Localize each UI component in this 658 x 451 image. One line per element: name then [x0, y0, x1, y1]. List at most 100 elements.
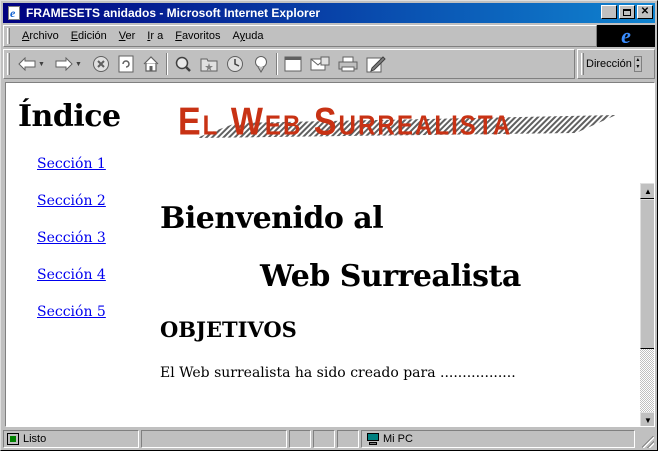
banner-logo: El Web Surrealista	[178, 99, 616, 143]
top-frame: El Web Surrealista	[146, 83, 654, 183]
menu-favoritos-accel: F	[175, 30, 182, 42]
menu-ayuda[interactable]: Ayuda	[226, 30, 269, 42]
home-button[interactable]	[142, 53, 160, 75]
status-bar: Listo Mi PC	[3, 429, 655, 449]
toolbar-separator	[165, 53, 168, 75]
ie-throbber: e	[597, 25, 655, 47]
forward-button[interactable]: ▼	[55, 53, 82, 75]
channels-icon	[254, 56, 267, 73]
address-label[interactable]: Dirección	[586, 58, 632, 70]
title-bar: e FRAMESETS anidados - Microsoft Interne…	[3, 3, 655, 23]
menu-favoritos-rest: avoritos	[181, 30, 221, 42]
menu-ir-a-rest: r a	[150, 30, 164, 42]
security-zone-text: Mi PC	[383, 433, 413, 445]
menu-ver-rest: er	[125, 30, 136, 42]
menu-ir-a[interactable]: Ir a	[141, 30, 169, 42]
nav-link-seccion-3[interactable]: Sección 3	[37, 230, 106, 246]
forward-dropdown-icon[interactable]: ▼	[75, 61, 82, 68]
menubar-grip[interactable]	[7, 28, 10, 44]
my-computer-icon	[366, 433, 380, 445]
edit-icon	[366, 56, 386, 73]
welcome-heading-line2: Web Surrealista	[260, 259, 521, 294]
index-title: Índice	[18, 99, 121, 134]
back-icon	[18, 57, 36, 71]
minimize-icon: _	[606, 8, 612, 20]
nav-link-seccion-1[interactable]: Sección 1	[37, 156, 106, 172]
search-icon	[175, 56, 191, 72]
nav-link-seccion-5[interactable]: Sección 5	[37, 304, 106, 320]
status-panel-zone: Mi PC	[361, 430, 635, 448]
objetivos-heading: OBJETIVOS	[160, 317, 297, 342]
fullscreen-icon	[284, 56, 302, 72]
maximize-button[interactable]	[619, 5, 635, 19]
fullscreen-button[interactable]	[284, 53, 302, 75]
print-icon	[338, 56, 358, 72]
stop-icon	[92, 56, 109, 72]
print-button[interactable]	[338, 53, 358, 75]
scroll-up-button[interactable]: ▲	[640, 183, 654, 199]
menu-bar: Archivo Edición Ver Ir a Favoritos Ayuda	[3, 25, 597, 47]
history-icon	[226, 56, 243, 72]
toolbar-separator	[275, 53, 278, 75]
status-panel-main: Listo	[3, 430, 139, 448]
maximize-icon	[623, 8, 631, 16]
menu-archivo-rest: rchivo	[29, 30, 59, 42]
menu-archivo[interactable]: Archivo	[16, 30, 65, 42]
home-icon	[143, 56, 159, 72]
ie-page-icon: e	[6, 5, 22, 21]
scroll-thumb[interactable]	[640, 199, 654, 349]
menu-ver-accel: V	[118, 30, 126, 42]
toolbar-grip[interactable]	[7, 53, 10, 75]
stop-button[interactable]	[92, 53, 110, 75]
nav-link-seccion-4[interactable]: Sección 4	[37, 267, 106, 283]
mail-button[interactable]	[310, 53, 330, 75]
refresh-button[interactable]	[118, 53, 134, 75]
favorites-icon	[200, 58, 218, 72]
status-panel-small-1	[289, 430, 311, 448]
menu-favoritos[interactable]: Favoritos	[169, 30, 226, 42]
scroll-down-button[interactable]: ▼	[640, 412, 654, 426]
page-content: Índice Sección 1 Sección 2 Sección 3 Sec…	[5, 82, 655, 427]
address-grip[interactable]	[581, 53, 584, 75]
browser-window: e FRAMESETS anidados - Microsoft Interne…	[0, 0, 658, 451]
back-button[interactable]: ▼	[18, 53, 45, 75]
window-title: FRAMESETS anidados - Microsoft Internet …	[26, 6, 321, 20]
favorites-button[interactable]	[200, 53, 218, 75]
mail-icon	[310, 56, 330, 71]
menu-edicion-rest: dición	[78, 30, 107, 42]
minimize-button[interactable]: _	[601, 5, 617, 19]
nav-link-seccion-2[interactable]: Sección 2	[37, 193, 106, 209]
channels-button[interactable]	[252, 53, 270, 75]
menu-ayuda-pre: A	[232, 30, 240, 42]
back-dropdown-icon[interactable]: ▼	[38, 61, 45, 68]
close-icon: ✕	[640, 6, 650, 17]
status-text: Listo	[23, 433, 47, 445]
menu-ver[interactable]: Ver	[113, 30, 142, 42]
menu-edicion-accel: E	[70, 30, 79, 42]
edit-button[interactable]	[366, 53, 386, 75]
history-button[interactable]	[226, 53, 244, 75]
address-expand-icon[interactable]: ▴ ▾	[633, 56, 642, 72]
main-frame-scrollbar[interactable]: ▲ ▼	[640, 183, 654, 426]
forward-icon	[55, 57, 73, 71]
caption-buttons: _ ✕	[599, 5, 653, 19]
scroll-down-icon: ▼	[644, 415, 652, 425]
status-panel-small-2	[313, 430, 335, 448]
menu-ayuda-rest: uda	[245, 30, 264, 42]
standard-toolbar: ▼ ▼	[3, 49, 575, 79]
scroll-up-icon: ▲	[644, 186, 652, 196]
resize-grip[interactable]	[642, 436, 654, 448]
banner-text: El Web Surrealista	[178, 99, 512, 143]
page-status-icon	[7, 433, 19, 445]
refresh-icon	[118, 55, 134, 73]
welcome-heading-line1: Bienvenido al	[160, 201, 384, 236]
search-button[interactable]	[174, 53, 192, 75]
close-button[interactable]: ✕	[637, 5, 653, 19]
left-frame: Índice Sección 1 Sección 2 Sección 3 Sec…	[6, 83, 146, 426]
ie-logo-icon: e	[621, 23, 631, 48]
objetivos-paragraph: El Web surrealista ha sido creado para .…	[160, 365, 516, 381]
main-frame: Bienvenido al Web Surrealista OBJETIVOS …	[146, 183, 654, 426]
status-panel-progress	[141, 430, 287, 448]
status-panel-small-3	[337, 430, 359, 448]
menu-edicion[interactable]: Edición	[65, 30, 113, 42]
